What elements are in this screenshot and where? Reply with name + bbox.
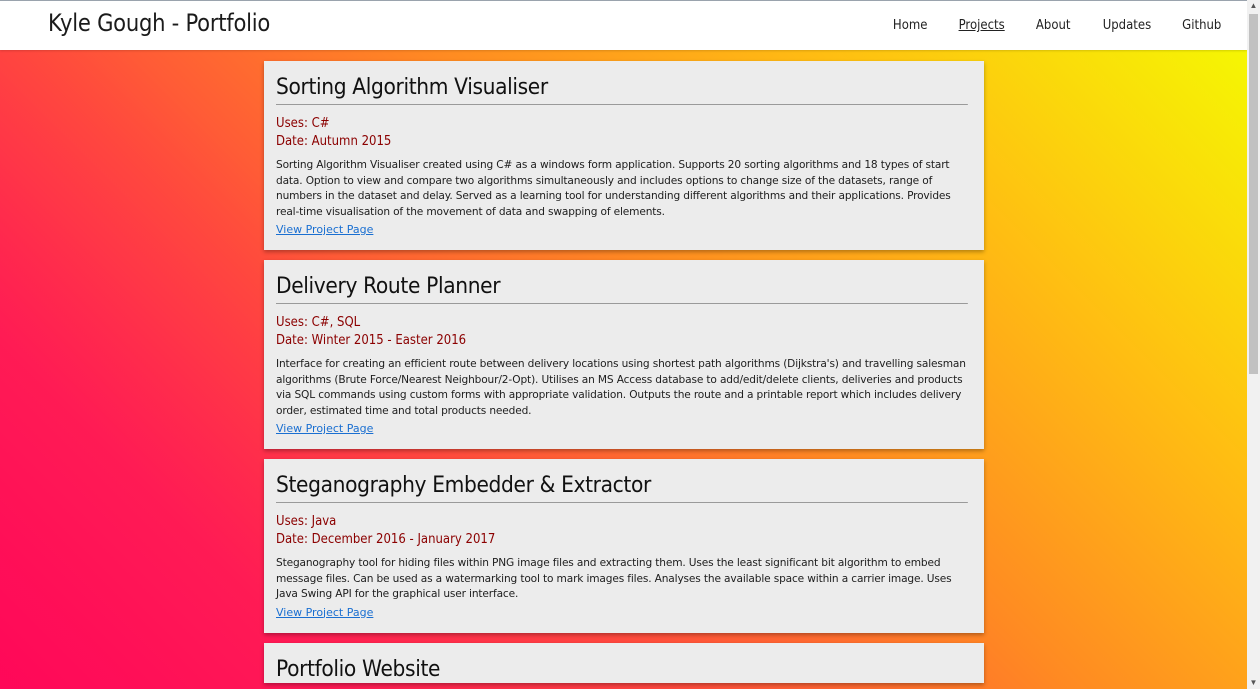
project-uses: Uses: C#, SQL	[276, 315, 361, 330]
project-date: Date: Winter 2015 - Easter 2016	[276, 333, 467, 348]
view-project-link[interactable]: View Project Page	[276, 422, 373, 435]
nav-github[interactable]: Github	[1183, 18, 1222, 33]
project-card: Sorting Algorithm Visualiser Uses: C# Da…	[264, 61, 984, 250]
project-title: Sorting Algorithm Visualiser	[276, 75, 968, 105]
page-scrollbar[interactable]: ▲ ▼	[1247, 0, 1260, 689]
scrollbar-thumb[interactable]	[1249, 14, 1258, 374]
project-card: Delivery Route Planner Uses: C#, SQL Dat…	[264, 260, 984, 449]
project-date: Date: December 2016 - January 2017	[276, 532, 496, 547]
project-title: Delivery Route Planner	[276, 274, 968, 304]
view-project-link[interactable]: View Project Page	[276, 223, 373, 236]
scroll-up-arrow-icon[interactable]: ▲	[1247, 0, 1260, 12]
top-navbar: Kyle Gough - Portfolio Home Projects Abo…	[0, 0, 1247, 50]
project-description: Interface for creating an efficient rout…	[276, 358, 966, 417]
project-description: Steganography tool for hiding files with…	[276, 557, 952, 600]
nav-updates[interactable]: Updates	[1102, 18, 1150, 33]
main-nav: Home Projects About Updates Github	[864, 18, 1224, 33]
project-card: Portfolio Website	[264, 642, 984, 683]
project-uses: Uses: Java	[276, 514, 337, 529]
project-card: Steganography Embedder & Extractor Uses:…	[264, 459, 984, 633]
project-date: Date: Autumn 2015	[276, 134, 392, 149]
projects-list: Sorting Algorithm Visualiser Uses: C# Da…	[264, 61, 984, 689]
project-description: Sorting Algorithm Visualiser created usi…	[276, 159, 951, 218]
view-project-link[interactable]: View Project Page	[276, 606, 373, 619]
project-title: Steganography Embedder & Extractor	[276, 473, 968, 503]
site-brand[interactable]: Kyle Gough - Portfolio	[48, 9, 270, 37]
nav-home[interactable]: Home	[892, 18, 927, 33]
nav-about[interactable]: About	[1036, 18, 1071, 33]
nav-projects[interactable]: Projects	[958, 18, 1004, 33]
project-uses: Uses: C#	[276, 116, 330, 131]
scroll-down-arrow-icon[interactable]: ▼	[1247, 677, 1260, 689]
project-title: Portfolio Website	[276, 657, 968, 683]
